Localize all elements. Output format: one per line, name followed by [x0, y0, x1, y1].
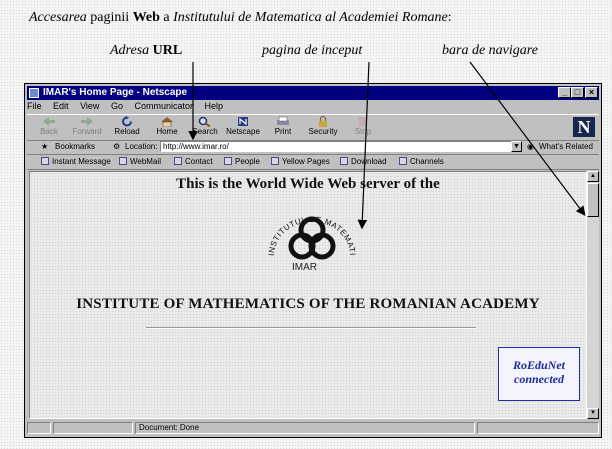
- bookmarks-button[interactable]: Bookmarks: [55, 142, 95, 151]
- pt-download[interactable]: Download: [340, 157, 387, 166]
- badge-line2: connected: [514, 372, 564, 386]
- whats-related-icon: ◉: [527, 142, 534, 151]
- search-icon: [198, 116, 211, 127]
- webmail-icon: [119, 157, 127, 165]
- menu-go[interactable]: Go: [111, 101, 123, 111]
- yellow-pages-icon: [271, 157, 279, 165]
- badge-line1: RoEduNet: [512, 358, 565, 372]
- bookmarks-icon: ★: [41, 142, 49, 151]
- home-icon: [161, 117, 173, 127]
- menu-file[interactable]: File: [27, 101, 42, 111]
- url-dropdown-button[interactable]: ▼: [511, 141, 522, 152]
- roedunet-badge[interactable]: RoEduNet connected: [498, 347, 580, 401]
- caption-part3: Web: [132, 10, 160, 25]
- browser-window: IMAR's Home Page - Netscape _ □ × File E…: [24, 83, 602, 438]
- reload-button[interactable]: Reload: [109, 116, 145, 140]
- menu-communicator[interactable]: Communicator: [134, 101, 193, 111]
- caption-part4: a: [163, 10, 170, 25]
- netscape-icon: [238, 117, 248, 126]
- stop-button[interactable]: Stop: [345, 116, 381, 140]
- stop-icon: [359, 117, 367, 126]
- maximize-button[interactable]: □: [571, 87, 584, 98]
- back-arrow-icon: [43, 117, 55, 126]
- security-status-icon[interactable]: [27, 422, 51, 434]
- close-button[interactable]: ×: [585, 87, 598, 98]
- vertical-scrollbar[interactable]: ▲ ▼: [587, 171, 599, 419]
- location-icon: ⚙: [113, 142, 121, 151]
- label-url-prefix: Adresa: [110, 43, 150, 58]
- label-homepage: pagina de inceput: [262, 43, 363, 58]
- caption-part1: Accesarea: [29, 10, 87, 25]
- pt-channels[interactable]: Channels: [399, 157, 444, 166]
- label-url: Adresa URL: [110, 43, 182, 59]
- horizontal-rule: [146, 327, 476, 329]
- scroll-thumb[interactable]: [587, 183, 599, 217]
- print-button[interactable]: Print: [265, 116, 301, 140]
- location-label: Location:: [125, 142, 158, 151]
- channels-icon: [399, 157, 407, 165]
- caption-part2: paginii: [90, 10, 130, 25]
- menu-view[interactable]: View: [80, 101, 99, 111]
- people-icon: [224, 157, 232, 165]
- page-heading: This is the World Wide Web server of the: [176, 176, 440, 192]
- security-button[interactable]: Security: [305, 116, 341, 140]
- back-button[interactable]: Back: [31, 116, 67, 140]
- progress-box: [53, 422, 133, 434]
- search-button[interactable]: Search: [187, 116, 223, 140]
- lock-icon: [319, 116, 327, 127]
- contact-icon: [174, 157, 182, 165]
- figure-caption: Accesarea paginii Web a Institutului de …: [29, 10, 452, 25]
- logo-imar-text: IMAR: [292, 262, 317, 273]
- home-button[interactable]: Home: [149, 116, 185, 140]
- menu-bar: File Edit View Go Communicator Help: [27, 101, 232, 113]
- url-input[interactable]: http://www.imar.ro/: [160, 141, 513, 152]
- personal-toolbar: Instant Message WebMail Contact People Y…: [27, 155, 599, 170]
- window-title: IMAR's Home Page - Netscape: [43, 87, 188, 98]
- instant-message-icon: [41, 157, 49, 165]
- scroll-up-button[interactable]: ▲: [587, 171, 599, 182]
- menu-edit[interactable]: Edit: [53, 101, 69, 111]
- label-navbar: bara de navigare: [442, 43, 538, 58]
- minimize-button[interactable]: _: [558, 87, 571, 98]
- reload-icon: [122, 116, 132, 127]
- download-icon: [340, 157, 348, 165]
- print-icon: [277, 116, 289, 125]
- netscape-button[interactable]: Netscape: [225, 116, 261, 140]
- page-content: This is the World Wide Web server of the…: [29, 171, 587, 419]
- whats-related-button[interactable]: What's Related: [539, 142, 593, 151]
- forward-button[interactable]: Forward: [69, 116, 105, 140]
- forward-arrow-icon: [81, 117, 93, 126]
- component-bar[interactable]: [477, 422, 599, 434]
- scroll-down-button[interactable]: ▼: [587, 408, 599, 419]
- caption-part5: Institutului de Matematica al Academiei …: [173, 10, 448, 25]
- title-bar[interactable]: IMAR's Home Page - Netscape _ □ ×: [27, 86, 599, 100]
- pt-webmail[interactable]: WebMail: [119, 157, 161, 166]
- pt-people[interactable]: People: [224, 157, 260, 166]
- netscape-window-icon[interactable]: [29, 88, 39, 98]
- status-message-box: [135, 422, 475, 434]
- menu-help[interactable]: Help: [205, 101, 224, 111]
- label-url-bold: URL: [152, 43, 183, 58]
- location-toolbar: ★ Bookmarks ⚙ Location: http://www.imar.…: [27, 140, 599, 155]
- pt-contact[interactable]: Contact: [174, 157, 213, 166]
- navigation-toolbar: Back Forward Reload Home Search Netscape…: [27, 114, 599, 141]
- status-bar: Document: Done: [27, 421, 599, 435]
- institute-name: INSTITUTE OF MATHEMATICS OF THE ROMANIAN…: [76, 296, 540, 312]
- pt-yellow-pages[interactable]: Yellow Pages: [271, 157, 330, 166]
- netscape-logo: N: [573, 117, 595, 137]
- pt-instant-message[interactable]: Instant Message: [41, 157, 111, 166]
